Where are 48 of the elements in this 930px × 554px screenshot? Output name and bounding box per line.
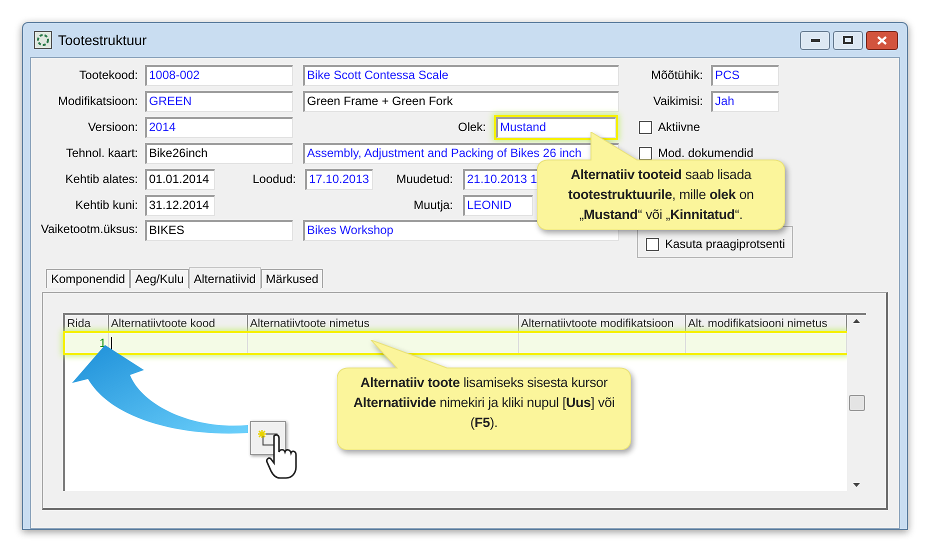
field-label: Kehtib alates: (64, 171, 139, 188)
minimize-button[interactable] (800, 30, 830, 50)
tab[interactable]: Märkused (260, 269, 324, 288)
field-label: Olek: (456, 119, 487, 136)
checkbox[interactable] (639, 146, 652, 160)
input-field[interactable]: Green Frame + Green Fork (303, 90, 619, 112)
checkbox[interactable] (646, 238, 659, 250)
text-cursor (111, 337, 112, 350)
scroll-down-icon[interactable] (853, 483, 860, 487)
field-label: Modifikatsioon: (56, 93, 139, 110)
input-field[interactable]: Jah (711, 90, 779, 112)
field-label: Vaikimisi: (652, 93, 704, 110)
checkbox-label: Mod. dokumendid (658, 145, 754, 162)
field-label: Vaiketootm.üksus: (40, 221, 139, 238)
field-label: Muutja: (412, 197, 454, 214)
input-field[interactable]: Bike26inch (145, 142, 293, 164)
input-field[interactable]: Bike Scott Contessa Scale (303, 64, 619, 86)
close-button[interactable] (866, 30, 898, 50)
input-field[interactable]: 2014 (145, 116, 293, 138)
input-field[interactable]: PCS (711, 64, 779, 86)
checkbox[interactable] (639, 120, 652, 134)
input-field[interactable]: 31.12.2014 (145, 194, 215, 216)
app-icon (34, 31, 52, 49)
field-label: Muudetud: (395, 171, 454, 188)
field-label: Tehnol. kaart: (64, 145, 139, 162)
input-field[interactable]: 01.01.2014 (145, 168, 215, 190)
tab[interactable]: Alternatiivid (188, 267, 261, 289)
scrollbar-thumb[interactable] (848, 395, 864, 411)
field-label: Loodud: (252, 171, 297, 188)
input-field[interactable]: BIKES (145, 220, 293, 241)
input-field[interactable]: LEONID (463, 194, 533, 216)
field-label: Kehtib kuni: (74, 197, 139, 214)
checkbox-label: Aktiivne (658, 119, 700, 136)
input-field[interactable]: 17.10.2013 (305, 168, 373, 190)
field-label: Mõõtühik: (650, 67, 704, 84)
window-title: Tootestruktuur (58, 30, 147, 50)
checkbox-label: Kasuta praagiprotsenti (665, 236, 786, 253)
input-field[interactable]: GREEN (145, 90, 293, 112)
field-label: Versioon: (86, 119, 139, 136)
scroll-up-icon[interactable] (853, 319, 860, 323)
maximize-button[interactable] (833, 30, 863, 50)
callout-text: Alternatiiv toote lisamiseks sisesta kursor Alternatiivide nimekiri ja kliki nupul [Uus] või (F5). (352, 374, 616, 432)
tab[interactable]: Komponendid (46, 269, 130, 288)
close-icon (877, 36, 887, 44)
tab[interactable]: Aeg/Kulu (130, 269, 189, 288)
input-field[interactable]: 1008-002 (145, 64, 293, 86)
input-field[interactable]: Mustand (496, 116, 616, 138)
field-label: Tootekood: (78, 67, 139, 84)
